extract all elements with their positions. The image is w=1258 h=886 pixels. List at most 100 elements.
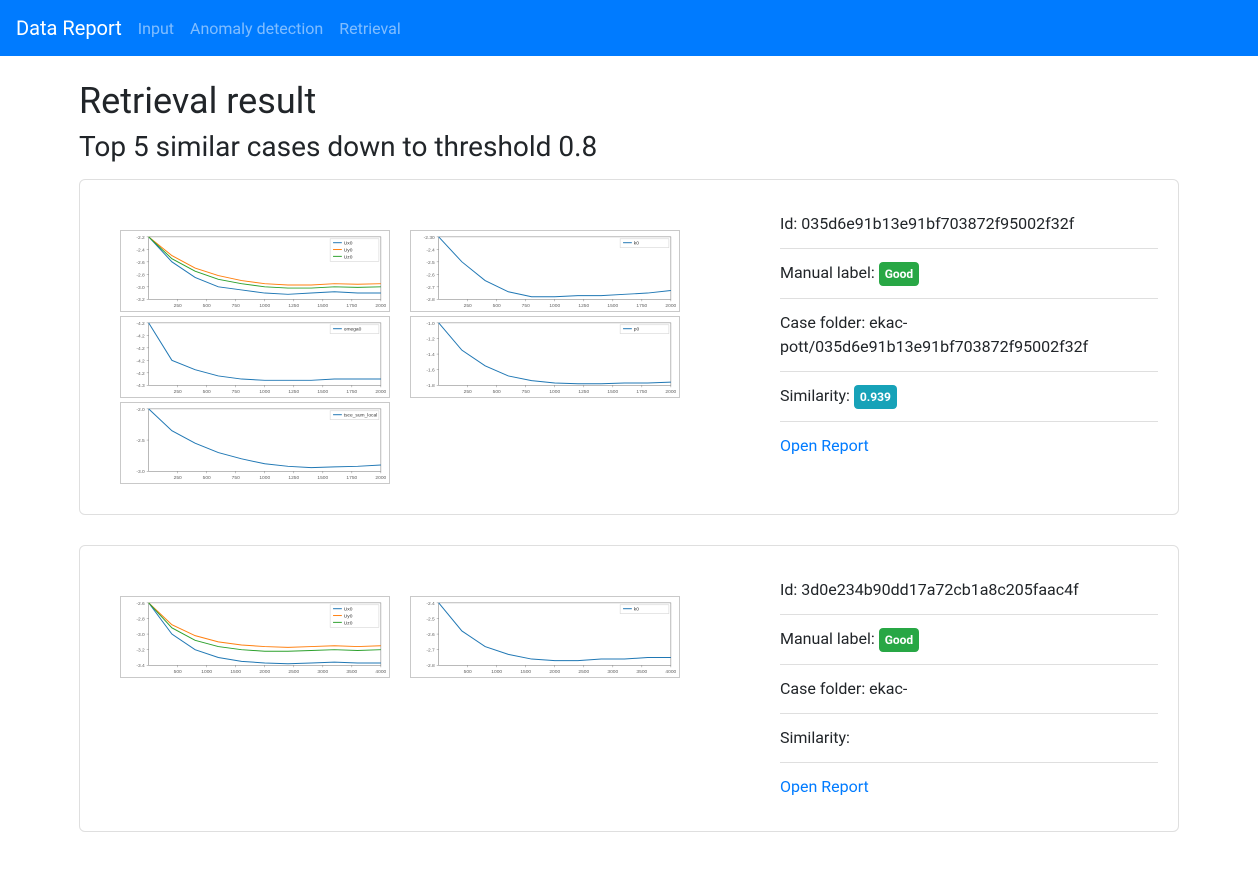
similarity-badge: 0.939 <box>854 385 897 409</box>
svg-text:1000: 1000 <box>259 475 270 481</box>
svg-text:250: 250 <box>174 475 182 481</box>
svg-text:250: 250 <box>464 303 472 309</box>
svg-text:250: 250 <box>464 389 472 395</box>
svg-text:1500: 1500 <box>317 475 328 481</box>
result-folder: Case folder: ekac-pott/035d6e91b13e91bf7… <box>780 298 1158 371</box>
svg-text:4000: 4000 <box>375 669 386 675</box>
svg-text:1500: 1500 <box>607 389 618 395</box>
svg-text:-4.2: -4.2 <box>136 358 145 364</box>
svg-text:1250: 1250 <box>578 303 589 309</box>
svg-text:2000: 2000 <box>375 303 386 309</box>
svg-text:1000: 1000 <box>491 669 502 675</box>
svg-text:2000: 2000 <box>375 475 386 481</box>
result-card: -2.6-2.8-3.0-3.2-3.450010001500200025003… <box>79 545 1179 832</box>
svg-text:-4.2: -4.2 <box>136 333 145 339</box>
svg-text:3500: 3500 <box>636 669 647 675</box>
svg-text:-4.2: -4.2 <box>136 321 145 327</box>
result-manual-label: Manual label: Good <box>780 248 1158 298</box>
result-card: -2.2 -2.4 -2.6 -2.8 -3.0 -3.2 250 500 750 1000 125… <box>79 179 1179 515</box>
svg-text:-2.6: -2.6 <box>426 632 435 638</box>
svg-text:3000: 3000 <box>317 669 328 675</box>
result-similarity: Similarity: <box>780 713 1158 762</box>
svg-text:1750: 1750 <box>636 389 647 395</box>
svg-text:omega0: omega0 <box>344 327 362 333</box>
info-column: Id: 035d6e91b13e91bf703872f95002f32f Man… <box>780 200 1158 494</box>
svg-text:-2.6: -2.6 <box>136 260 145 266</box>
svg-text:1250: 1250 <box>288 389 299 395</box>
svg-text:250: 250 <box>174 389 182 395</box>
chart-panel: -2.0-2.5-3.02505007501000125015001750200… <box>120 402 390 484</box>
chart-panel: -1.0-1.2-1.4-1.6-1.825050075010001250150… <box>410 316 680 398</box>
status-badge: Good <box>879 628 919 652</box>
svg-text:Uz0: Uz0 <box>344 620 353 626</box>
navbar-brand[interactable]: Data Report <box>16 16 122 40</box>
svg-text:3000: 3000 <box>607 669 618 675</box>
svg-text:-2.4: -2.4 <box>426 601 435 607</box>
svg-text:-2.4: -2.4 <box>426 247 435 253</box>
svg-text:-2.7: -2.7 <box>426 285 435 291</box>
chart-panel: -2.6-2.8-3.0-3.2-3.450010001500200025003… <box>120 596 390 678</box>
svg-text:p0: p0 <box>634 327 640 333</box>
chart-panel: -2.4-2.5-2.6-2.7-2.850010001500200025003… <box>410 596 680 678</box>
svg-text:k0: k0 <box>634 607 639 613</box>
svg-text:500: 500 <box>203 303 211 309</box>
svg-text:500: 500 <box>203 389 211 395</box>
chart-panel: -2.2-2.4-2.6-2.8-3.0-3.22505007501000125… <box>120 230 390 312</box>
svg-text:tsce_sum_local: tsce_sum_local <box>344 413 378 419</box>
svg-text:500: 500 <box>493 389 501 395</box>
svg-text:750: 750 <box>232 389 240 395</box>
info-column: Id: 3d0e234b90dd17a72cb1a8c205faac4f Man… <box>780 566 1158 811</box>
result-folder: Case folder: ekac- <box>780 664 1158 713</box>
svg-text:1250: 1250 <box>288 303 299 309</box>
svg-text:500: 500 <box>464 669 472 675</box>
svg-text:2500: 2500 <box>288 669 299 675</box>
chart-panel <box>410 402 680 484</box>
svg-text:-2.8: -2.8 <box>136 272 145 278</box>
svg-text:Uy0: Uy0 <box>344 613 353 619</box>
svg-text:-3.0: -3.0 <box>136 469 145 475</box>
svg-text:-3.4: -3.4 <box>136 663 145 669</box>
charts-column: -2.2 -2.4 -2.6 -2.8 -3.0 -3.2 250 500 750 1000 125… <box>100 200 760 494</box>
open-report-link[interactable]: Open Report <box>780 777 869 796</box>
svg-text:250: 250 <box>174 303 182 309</box>
svg-text:-1.2: -1.2 <box>426 336 435 342</box>
svg-text:1750: 1750 <box>346 389 357 395</box>
nav-link-retrieval[interactable]: Retrieval <box>339 19 401 38</box>
svg-text:Ux0: Ux0 <box>344 607 353 613</box>
page-subtitle: Top 5 similar cases down to threshold 0.… <box>79 130 1179 163</box>
svg-text:1750: 1750 <box>346 475 357 481</box>
svg-text:-3.2: -3.2 <box>136 297 145 303</box>
svg-text:1500: 1500 <box>607 303 618 309</box>
svg-text:2000: 2000 <box>665 389 676 395</box>
svg-text:1000: 1000 <box>259 303 270 309</box>
svg-text:1250: 1250 <box>288 475 299 481</box>
svg-text:1500: 1500 <box>230 669 241 675</box>
open-report-link[interactable]: Open Report <box>780 436 869 455</box>
svg-text:-1.4: -1.4 <box>426 352 435 358</box>
svg-text:1250: 1250 <box>578 389 589 395</box>
svg-text:-1.6: -1.6 <box>426 368 435 374</box>
chart-panel: -4.2-4.2-4.2-4.2-4.2-4.32505007501000125… <box>120 316 390 398</box>
page-title: Retrieval result <box>79 80 1179 122</box>
svg-text:-2.6: -2.6 <box>136 601 145 607</box>
svg-text:3500: 3500 <box>346 669 357 675</box>
result-similarity: Similarity: 0.939 <box>780 371 1158 421</box>
nav-link-anomaly[interactable]: Anomaly detection <box>190 19 323 38</box>
svg-text:-2.8: -2.8 <box>136 616 145 622</box>
navbar: Data Report Input Anomaly detection Retr… <box>0 0 1258 56</box>
result-manual-label: Manual label: Good <box>780 614 1158 664</box>
status-badge: Good <box>879 262 919 286</box>
chart-panel: -2.30-2.4-2.5-2.6-2.7-2.8250500750100012… <box>410 230 680 312</box>
svg-text:-1.0: -1.0 <box>426 321 435 327</box>
svg-text:1500: 1500 <box>317 389 328 395</box>
main-container: Retrieval result Top 5 similar cases dow… <box>79 56 1179 886</box>
svg-text:500: 500 <box>174 669 182 675</box>
svg-text:Ux0: Ux0 <box>344 241 353 247</box>
svg-text:1000: 1000 <box>549 303 560 309</box>
nav-link-input[interactable]: Input <box>138 19 174 38</box>
svg-text:2500: 2500 <box>578 669 589 675</box>
svg-text:1500: 1500 <box>520 669 531 675</box>
svg-text:-2.2: -2.2 <box>136 235 145 241</box>
svg-text:-2.30: -2.30 <box>424 235 435 241</box>
svg-text:750: 750 <box>522 389 530 395</box>
